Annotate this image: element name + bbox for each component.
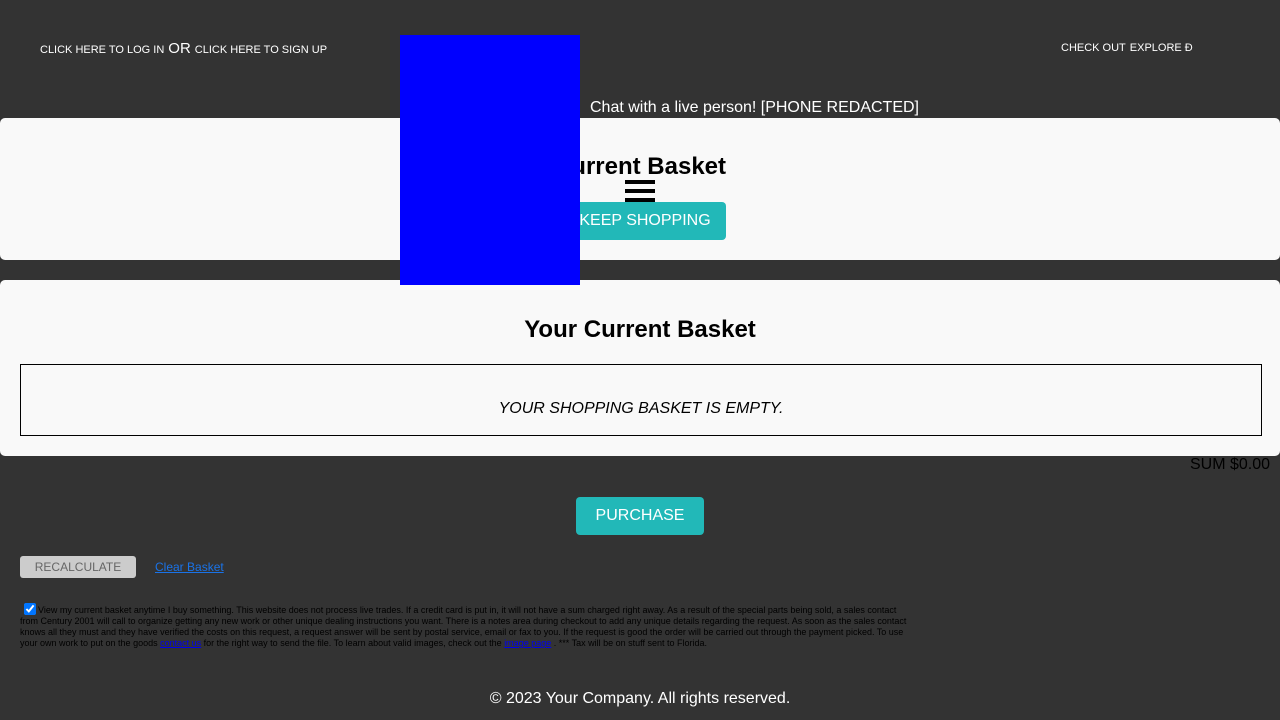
basket-sum: SUM $0.00 [1190,456,1271,473]
clear-basket-link[interactable]: Clear Basket [155,560,224,574]
top-nav-right: Check out Explore ð [1061,42,1197,54]
image-page-link[interactable]: image page [504,638,551,648]
your-current-basket-title: Your Current Basket [524,316,756,343]
keep-shopping-button[interactable]: KEEP SHOPPING [564,202,726,240]
or-separator: OR [168,40,191,57]
blue-image-placeholder [400,35,580,285]
login-link[interactable]: Click here to log in [40,44,164,56]
view-basket-checkbox[interactable] [24,603,36,615]
notice-text-part3: . *** Tax will be on stuff sent to Flori… [553,638,707,648]
footer-copyright: © 2023 Your Company. All rights reserved… [489,690,791,707]
signup-link[interactable]: Click here to sign up [195,44,327,56]
explore-link[interactable]: Explore ð [1130,42,1193,54]
empty-basket-message: Your shopping basket is empty. [498,400,784,417]
contact-us-link[interactable]: contact us [160,638,201,648]
current-basket-title: Current Basket [553,153,727,180]
basket-notice: View my current basket anytime I buy som… [20,603,910,649]
basket-contents-box: Your shopping basket is empty. [20,364,1262,436]
current-basket-card: Current Basket KEEP SHOPPING [0,118,1280,260]
your-current-basket-card: Your Current Basket Your shopping basket… [0,280,1280,456]
notice-text-part2: for the right way to send the file. To l… [203,638,502,648]
recalculate-button[interactable]: RECALCULATE [20,556,136,578]
top-nav-left: Click here to log in OR Click here to sign… [40,40,327,57]
live-chat-text: Chat with a live person! [PHONE REDACTED… [590,99,919,116]
purchase-button[interactable]: PURCHASE [576,497,704,535]
checkout-link[interactable]: Check out [1061,42,1126,54]
